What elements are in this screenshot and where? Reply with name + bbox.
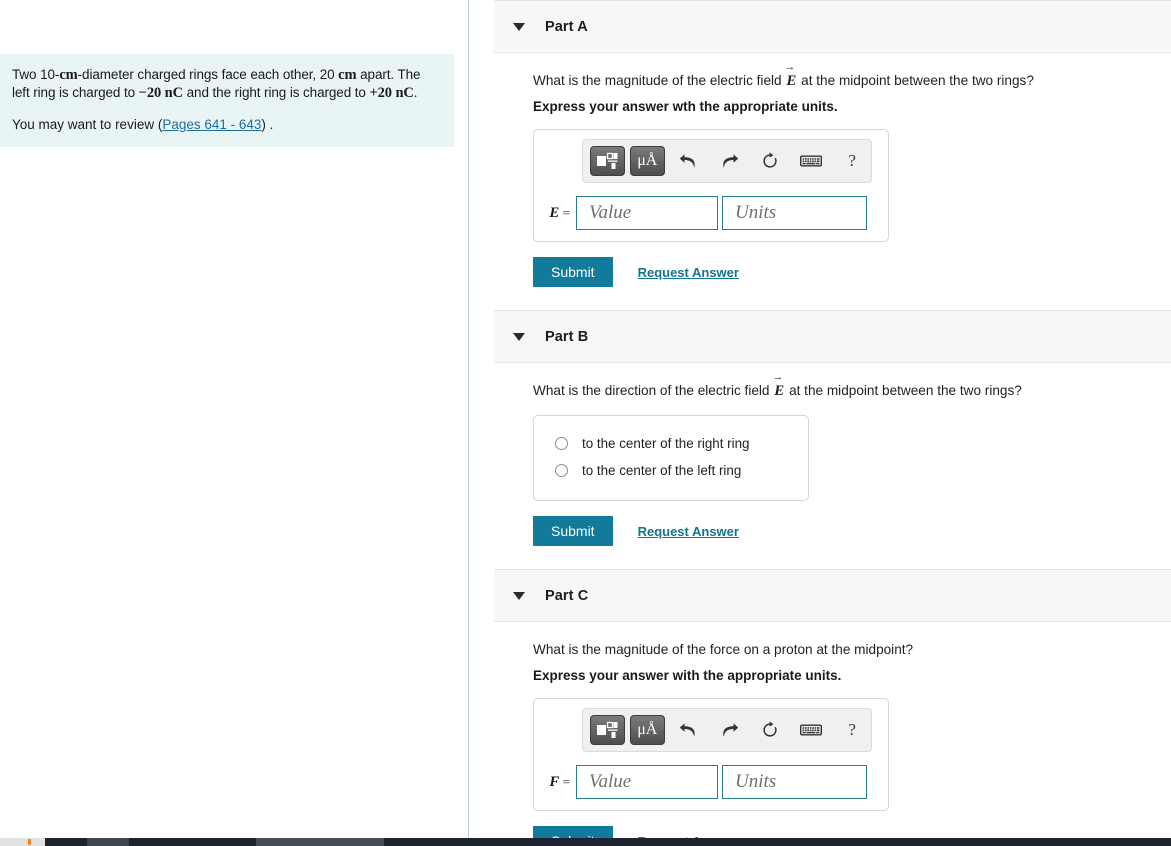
request-answer-link-a[interactable]: Request Answer [638, 265, 739, 280]
part-body-a: What is the magnitude of the electric fi… [469, 53, 1171, 287]
taskbar-left-segment [0, 838, 45, 846]
part-title-a: Part A [545, 18, 588, 35]
problem-text-segment: Two 10- [12, 67, 60, 82]
action-row-c: Submit Request Answer [533, 826, 1171, 838]
horizontal-scrollbar-track[interactable] [0, 838, 1171, 846]
math-toolbar-c[interactable]: μÅ ? [582, 708, 872, 752]
part-body-b: What is the direction of the electric fi… [469, 363, 1171, 546]
question-text-b: What is the direction of the electric fi… [533, 382, 1171, 400]
radio-button-icon[interactable] [555, 464, 568, 477]
vector-e-symbol: E [785, 73, 797, 89]
part-title-b: Part B [545, 328, 589, 345]
charge-negative: −20 nC [138, 85, 183, 101]
math-template-icon[interactable] [590, 146, 625, 176]
answer-widget-a[interactable]: μÅ ? E = Value Units [533, 129, 889, 242]
question-segment: What is the magnitude of the electric fi… [533, 73, 786, 88]
chevron-down-icon[interactable] [513, 591, 525, 600]
problem-text-segment: and the right ring is charged to [183, 85, 370, 100]
page-root: Two 10-cm-diameter charged rings face ea… [0, 0, 1171, 846]
answer-symbol-label-a: E = [549, 204, 570, 221]
unit-cm: cm [338, 67, 357, 83]
right-answer-panel[interactable]: Part A What is the magnitude of the elec… [469, 0, 1171, 838]
symbol-glyph: F [549, 773, 560, 790]
undo-icon[interactable] [672, 715, 706, 745]
express-instruction-c: Express your answer with the appropriate… [533, 668, 842, 683]
chevron-down-icon[interactable] [513, 332, 525, 341]
part-title-c: Part C [545, 587, 589, 604]
horizontal-scrollbar-thumb[interactable] [256, 838, 384, 846]
redo-icon[interactable] [713, 146, 747, 176]
keyboard-icon[interactable] [794, 146, 828, 176]
answer-symbol-label-c: F = [549, 773, 570, 790]
part-header-c[interactable]: Part C [494, 569, 1171, 622]
submit-button-c[interactable]: Submit [533, 826, 613, 838]
units-input-a[interactable] [722, 196, 867, 230]
question-text-a: What is the magnitude of the electric fi… [533, 72, 1171, 90]
reset-icon[interactable] [753, 715, 787, 745]
math-toolbar-a[interactable]: μÅ ? [582, 139, 872, 183]
problem-text-segment: -diameter charged rings face each other,… [77, 67, 339, 82]
question-segment: at the midpoint between the two rings? [797, 73, 1034, 88]
units-mu-angstrom-icon[interactable]: μÅ [629, 715, 665, 745]
problem-statement-box: Two 10-cm-diameter charged rings face ea… [0, 54, 454, 147]
undo-icon[interactable] [672, 146, 706, 176]
radio-group-b[interactable]: to the center of the right ring to the c… [533, 415, 809, 501]
unit-cm: cm [59, 67, 78, 83]
left-problem-panel: Two 10-cm-diameter charged rings face ea… [0, 0, 468, 838]
submit-button-a[interactable]: Submit [533, 257, 613, 287]
express-instruction-a: Express your answer wth the appropriate … [533, 99, 838, 114]
symbol-glyph: E [549, 204, 560, 221]
answer-field-row-a: E = [543, 196, 879, 230]
redo-icon[interactable] [713, 715, 747, 745]
vector-e-symbol: E [773, 383, 785, 399]
units-mu-angstrom-label: μÅ [637, 152, 658, 169]
radio-button-icon[interactable] [555, 437, 568, 450]
radio-option-right-ring[interactable]: to the center of the right ring [534, 430, 808, 457]
radio-option-label: to the center of the right ring [582, 436, 750, 451]
radio-option-label: to the center of the left ring [582, 463, 742, 478]
problem-text-segment: . [413, 85, 418, 100]
chevron-down-icon[interactable] [513, 22, 525, 31]
review-prefix: You may want to review ( [12, 117, 163, 132]
part-body-c: What is the magnitude of the force on a … [469, 622, 1171, 838]
value-input-c[interactable] [576, 765, 718, 799]
request-answer-link-b[interactable]: Request Answer [638, 524, 739, 539]
charge-positive: +20 nC [369, 85, 414, 101]
action-row-a: Submit Request Answer [533, 257, 1171, 287]
question-text-c: What is the magnitude of the force on a … [533, 641, 1171, 659]
units-input-c[interactable] [722, 765, 867, 799]
scrollbar-thumb-left[interactable] [87, 838, 129, 846]
reset-icon[interactable] [753, 146, 787, 176]
answer-field-row-c: F = [543, 765, 879, 799]
help-icon[interactable]: ? [835, 715, 869, 745]
radio-option-left-ring[interactable]: to the center of the left ring [534, 457, 808, 484]
help-icon[interactable]: ? [835, 146, 869, 176]
question-segment: at the midpoint between the two rings? [785, 383, 1022, 398]
value-input-a[interactable] [576, 196, 718, 230]
units-mu-angstrom-label: μÅ [637, 721, 658, 738]
review-line: You may want to review (Pages 641 - 643)… [12, 116, 438, 133]
action-row-b: Submit Request Answer [533, 516, 1171, 546]
part-header-a[interactable]: Part A [494, 0, 1171, 53]
problem-statement-text: Two 10-cm-diameter charged rings face ea… [12, 66, 438, 102]
submit-button-b[interactable]: Submit [533, 516, 613, 546]
taskbar-orange-marker [28, 839, 31, 845]
part-header-b[interactable]: Part B [494, 310, 1171, 363]
question-segment: What is the direction of the electric fi… [533, 383, 774, 398]
keyboard-icon[interactable] [794, 715, 828, 745]
answer-widget-c[interactable]: μÅ ? F = Value Units [533, 698, 889, 811]
math-template-icon[interactable] [590, 715, 625, 745]
review-suffix: ) . [261, 117, 274, 132]
review-pages-link[interactable]: Pages 641 - 643 [162, 117, 261, 132]
units-mu-angstrom-icon[interactable]: μÅ [629, 146, 665, 176]
question-segment: What is the magnitude of the force on a … [533, 642, 914, 657]
